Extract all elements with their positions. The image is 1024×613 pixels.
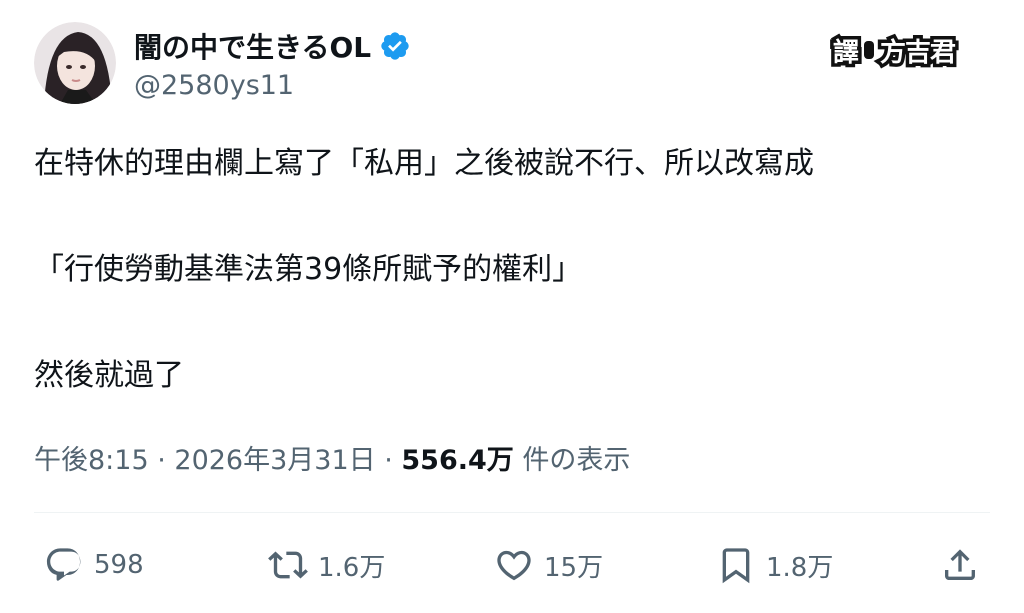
like-count: 15万 [544, 552, 604, 583]
retweet-icon [268, 551, 308, 579]
tweet-text-line-2: 「行使勞動基準法第39條所賦予的權利」 [34, 252, 583, 287]
bookmark-icon [722, 548, 750, 584]
bookmark-count: 1.8万 [766, 552, 834, 583]
share-icon [945, 549, 975, 580]
bookmark-button[interactable]: 1.8万 [716, 540, 833, 590]
verified-badge-icon [379, 30, 411, 62]
tweet-text-line-1: 在特休的理由欄上寫了「私用」之後被說不行、所以改寫成 [34, 146, 814, 181]
retweet-button[interactable]: 1.6万 [268, 540, 385, 590]
watermark-separator [864, 41, 875, 59]
reply-count: 598 [94, 550, 144, 580]
meta-separator: · [148, 445, 175, 476]
tweet-meta: 午後8:15 · 2026年3月31日 · 556.4万 件の表示 [34, 438, 630, 477]
tweet-time[interactable]: 午後8:15 [34, 445, 149, 476]
tweet-date[interactable]: 2026年3月31日 [174, 445, 375, 476]
heart-icon [497, 550, 531, 581]
user-handle[interactable]: @2580ys11 [134, 70, 294, 101]
tweet-text-line-3: 然後就過了 [34, 358, 184, 393]
action-bar: 598 1.6万 15万 1.8万 [0, 540, 1024, 590]
watermark-left: 譯 [829, 34, 862, 71]
meta-separator: · [375, 445, 402, 476]
watermark-right: 方吉君 [877, 34, 960, 71]
divider [34, 512, 990, 513]
reply-button[interactable]: 598 [44, 540, 144, 590]
views-label[interactable]: 件の表示 [514, 445, 630, 476]
avatar[interactable] [34, 22, 116, 104]
display-name[interactable]: 闇の中で生きるOL [134, 26, 371, 66]
like-button[interactable]: 15万 [494, 540, 603, 590]
reply-icon [46, 548, 81, 581]
share-button[interactable] [940, 540, 990, 590]
views-count[interactable]: 556.4万 [401, 445, 513, 476]
retweet-count: 1.6万 [318, 552, 386, 583]
translator-watermark: 譯 方吉君 [829, 30, 960, 71]
display-name-row[interactable]: 闇の中で生きるOL [134, 26, 411, 66]
avatar-photo [34, 22, 116, 104]
